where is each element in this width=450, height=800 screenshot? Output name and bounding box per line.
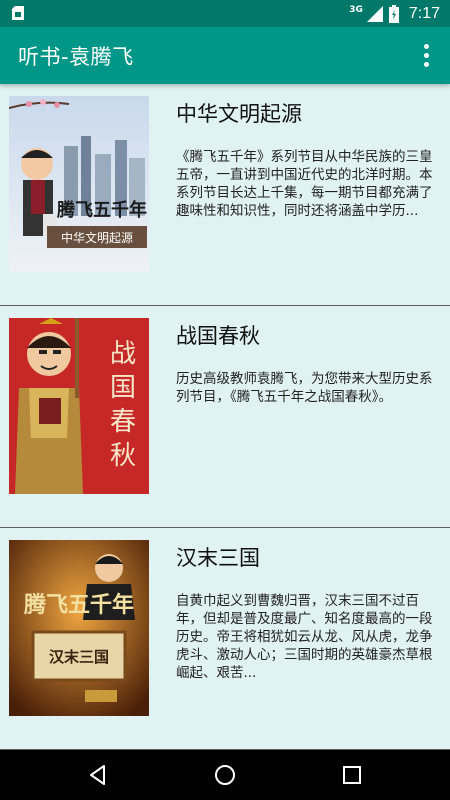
- list-item[interactable]: 腾飞五千年 汉末三国 汉末三国 自黄巾起义到曹魏归晋，汉末三国不过百年，但却是普…: [0, 528, 450, 750]
- cover-title: 腾飞五千年: [57, 199, 147, 221]
- status-bar: 3G 7:17: [0, 0, 450, 27]
- item-description: 《腾飞五千年》系列节目从中华民族的三皇五帝，一直讲到中国近代史的北洋时期。本系列…: [176, 149, 433, 219]
- cover-title: 腾飞五千年: [24, 592, 134, 618]
- back-icon[interactable]: [86, 763, 110, 787]
- cover-title: 战: [110, 339, 136, 369]
- item-title: 汉末三国: [176, 546, 260, 570]
- cover-title-char: 国: [110, 373, 136, 403]
- cover-image: 腾飞五千年 汉末三国: [9, 540, 149, 716]
- home-icon[interactable]: [213, 763, 237, 787]
- list-item[interactable]: 战 国 春 秋 战国春秋 历史高级教师袁腾飞，为您带来大型历史系列节目，《腾飞五…: [0, 306, 450, 528]
- list-item[interactable]: 腾飞五千年 中华文明起源 中华文明起源 《腾飞五千年》系列节目从中华民族的三皇五…: [0, 84, 450, 306]
- cover-subtitle: 中华文明起源: [61, 230, 133, 245]
- app-title: 听书-袁腾飞: [18, 45, 134, 69]
- network-type: 3G: [349, 5, 363, 15]
- cover-image: 腾飞五千年 中华文明起源: [9, 96, 149, 272]
- item-description: 自黄巾起义到曹魏归晋，汉末三国不过百年，但却是普及度最广、知名度最高的一段历史。…: [176, 593, 433, 681]
- cover-image: 战 国 春 秋: [9, 318, 149, 494]
- recents-icon[interactable]: [340, 763, 364, 787]
- cover-title-char: 秋: [110, 441, 136, 471]
- app-bar: 听书-袁腾飞: [0, 27, 450, 84]
- item-title: 中华文明起源: [176, 102, 302, 126]
- navigation-bar: [0, 750, 450, 800]
- cover-title-char: 春: [110, 407, 136, 437]
- status-time: 7:17: [408, 5, 440, 22]
- cover-subtitle: 汉末三国: [49, 648, 109, 666]
- more-vert-icon[interactable]: [414, 41, 438, 69]
- item-description: 历史高级教师袁腾飞，为您带来大型历史系列节目，《腾飞五千年之战国春秋》。: [176, 371, 433, 405]
- signal-icon: [366, 6, 383, 22]
- sim-card-icon: [12, 6, 24, 20]
- battery-icon: [388, 5, 399, 23]
- audiobook-list: 腾飞五千年 中华文明起源 中华文明起源 《腾飞五千年》系列节目从中华民族的三皇五…: [0, 84, 450, 750]
- item-title: 战国春秋: [176, 324, 260, 348]
